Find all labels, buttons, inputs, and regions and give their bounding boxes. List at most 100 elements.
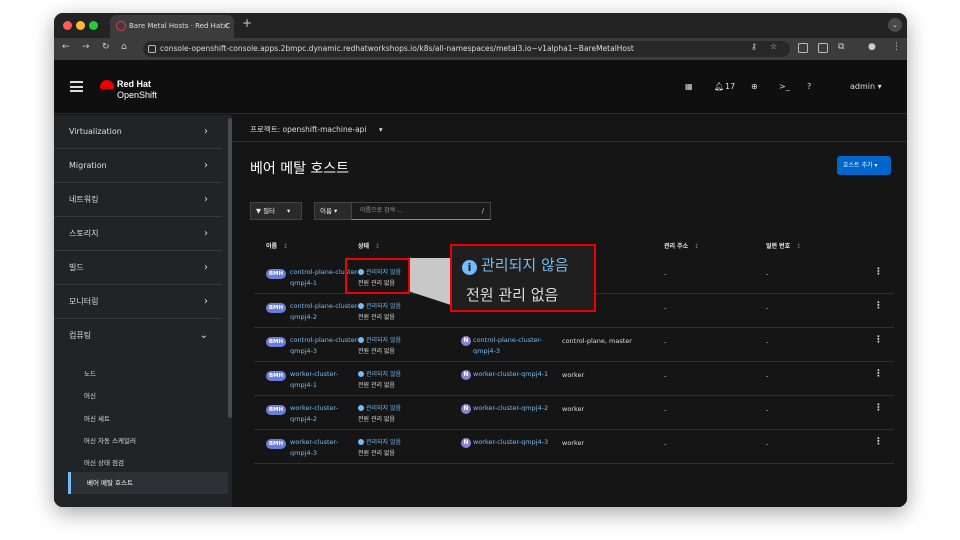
kebab-menu-icon[interactable]: ⋮: [874, 335, 883, 345]
table-row: BMH worker-cluster-qmpj4-2 관리되지 않음 전원 관리 없음…: [254, 396, 894, 430]
minimize-window-icon[interactable]: [76, 21, 85, 30]
terminal-icon[interactable]: >_: [779, 82, 790, 91]
sidebar-subitem-machine-health-checks[interactable]: 머신 상태 점검: [84, 457, 124, 467]
mgmt-address: -: [664, 440, 667, 448]
site-info-icon[interactable]: [148, 45, 156, 53]
new-tab-icon[interactable]: +: [242, 16, 252, 30]
node-link[interactable]: worker-cluster-qmpj4-2: [473, 403, 563, 414]
close-window-icon[interactable]: [63, 21, 72, 30]
status-unmanaged: 관리되지 않음: [358, 335, 401, 344]
status-unmanaged: 관리되지 않음: [358, 437, 401, 446]
notifications-count[interactable]: 17: [725, 82, 735, 91]
sidebar-item-virtualization[interactable]: Virtualization ›: [54, 115, 222, 149]
host-name-link[interactable]: worker-cluster-qmpj4-1: [290, 369, 360, 391]
mgmt-address: -: [664, 270, 667, 278]
node-link[interactable]: worker-cluster-qmpj4-3: [473, 437, 563, 448]
sort-icon[interactable]: ↕: [375, 243, 380, 250]
host-name-link[interactable]: control-plane-cluster-qmpj4-2: [290, 301, 360, 323]
kebab-menu-icon[interactable]: ⋮: [874, 437, 883, 447]
nav-sidebar: Virtualization › Migration › 네트워킹 › 스토리지 › 빌…: [54, 115, 232, 507]
node-link[interactable]: worker-cluster-qmpj4-1: [473, 369, 563, 380]
sidebar-item-migration[interactable]: Migration ›: [54, 149, 222, 183]
zoomed-status: i 관리되지 않음: [462, 254, 569, 275]
kebab-menu-icon[interactable]: ⋮: [874, 403, 883, 413]
bmh-badge: BMH: [266, 269, 286, 279]
maximize-window-icon[interactable]: [89, 21, 98, 30]
sidebar-subitem-nodes[interactable]: 노드: [84, 368, 96, 378]
sidebar-item-label: 빌드: [69, 263, 84, 272]
puzzle-extensions-icon[interactable]: ⧉: [838, 42, 844, 52]
status-unmanaged: 관리되지 않음: [358, 301, 401, 310]
host-name-link[interactable]: worker-cluster-qmpj4-3: [290, 437, 360, 459]
home-icon[interactable]: ⌂: [121, 42, 127, 52]
app-launcher-icon[interactable]: ▦: [685, 82, 693, 91]
column-header-status[interactable]: 상태 ↕: [358, 241, 380, 250]
bmh-badge: BMH: [266, 439, 286, 449]
filter-label: 필터: [263, 207, 276, 215]
browser-tab[interactable]: Bare Metal Hosts · Red Hat C ✕: [110, 15, 234, 38]
table-row: BMH worker-cluster-qmpj4-1 관리되지 않음 전원 관리 없음…: [254, 362, 894, 396]
help-icon[interactable]: ?: [807, 82, 811, 91]
sidebar-item-storage[interactable]: 스토리지 ›: [54, 217, 222, 251]
sidebar-item-label: 네트워킹: [69, 195, 99, 204]
bmh-badge: BMH: [266, 371, 286, 381]
sort-icon[interactable]: ↕: [283, 243, 288, 250]
forward-icon[interactable]: →: [82, 42, 90, 52]
name-attribute-dropdown[interactable]: 이름 ▾: [314, 202, 352, 220]
reload-icon[interactable]: ↻: [102, 42, 110, 52]
zoomed-status-text: 관리되지 않음: [481, 256, 569, 274]
sidebar-subitem-machinesets[interactable]: 머신 세트: [84, 413, 110, 423]
project-selector[interactable]: 프로젝트: openshift-machine-api ▾: [250, 124, 383, 135]
info-icon: [358, 303, 364, 309]
column-header-name[interactable]: 이름 ↕: [266, 241, 288, 250]
kebab-menu-icon[interactable]: ⋮: [874, 369, 883, 379]
sidebar-item-monitoring[interactable]: 모니터링 ›: [54, 285, 222, 319]
host-name-link[interactable]: control-plane-cluster-qmpj4-3: [290, 335, 360, 357]
user-menu[interactable]: admin ▾: [850, 82, 882, 91]
kebab-menu-icon[interactable]: ⋮: [874, 267, 883, 277]
filter-button[interactable]: ▼ 필터 ▾: [250, 202, 302, 220]
profile-avatar-icon[interactable]: ●: [868, 42, 876, 52]
tab-search-chevron-icon[interactable]: ⌄: [888, 18, 902, 32]
status-unmanaged: 관리되지 않음: [358, 369, 401, 378]
add-plus-icon[interactable]: ⊕: [751, 82, 758, 91]
project-label: 프로젝트: openshift-machine-api: [250, 125, 367, 134]
role-text: worker: [562, 405, 585, 413]
address-bar[interactable]: console-openshift-console.apps.2bmpc.dyn…: [143, 41, 790, 57]
close-tab-icon[interactable]: ✕: [222, 15, 229, 38]
notification-bell-icon[interactable]: 🔔︎: [714, 82, 724, 91]
sidebar-item-networking[interactable]: 네트워킹 ›: [54, 183, 222, 217]
back-icon[interactable]: ←: [62, 42, 70, 52]
redhat-logo-icon: [100, 80, 114, 89]
extension-icon[interactable]: [798, 43, 808, 53]
bookmark-star-icon[interactable]: ☆: [770, 42, 777, 51]
serial-number: -: [766, 338, 769, 346]
browser-menu-icon[interactable]: ⋮: [892, 42, 901, 52]
sidebar-item-compute[interactable]: 컴퓨팅 ⌄: [54, 319, 222, 353]
info-icon: [358, 439, 364, 445]
kebab-menu-icon[interactable]: ⋮: [874, 301, 883, 311]
highlight-box: [345, 258, 410, 294]
header-label: 상태: [358, 243, 370, 250]
hamburger-menu-icon[interactable]: [70, 81, 83, 92]
qr-icon[interactable]: [818, 43, 828, 53]
column-header-mgmt-address[interactable]: 관리 주소 ↕: [664, 241, 699, 250]
caret-down-icon: ▾: [378, 125, 383, 134]
column-header-serial[interactable]: 일련 번호 ↕: [766, 241, 801, 250]
sidebar-subitem-machine-autoscaler[interactable]: 머신 자동 스케일러: [84, 435, 136, 445]
sort-icon[interactable]: ↕: [694, 243, 699, 250]
power-status: 전원 관리 없음: [358, 382, 395, 389]
brand-line1: Red Hat: [117, 79, 152, 89]
node-link[interactable]: control-plane-cluster-qmpj4-3: [473, 335, 563, 357]
divider: [232, 141, 907, 142]
search-input[interactable]: 이름으로 검색 ... /: [351, 202, 491, 220]
host-name-link[interactable]: worker-cluster-qmpj4-2: [290, 403, 360, 425]
sidebar-item-builds[interactable]: 빌드 ›: [54, 251, 222, 285]
sort-icon[interactable]: ↕: [796, 243, 801, 250]
sidebar-subitem-machines[interactable]: 머신: [84, 390, 96, 400]
sidebar-subitem-bare-metal-hosts[interactable]: 베어 메탈 호스트: [68, 472, 228, 494]
password-key-icon[interactable]: ⚷: [751, 42, 757, 51]
chevron-right-icon: ›: [204, 126, 208, 137]
mgmt-address: -: [664, 372, 667, 380]
add-host-button[interactable]: 호스트 추가 ▾: [837, 156, 891, 175]
